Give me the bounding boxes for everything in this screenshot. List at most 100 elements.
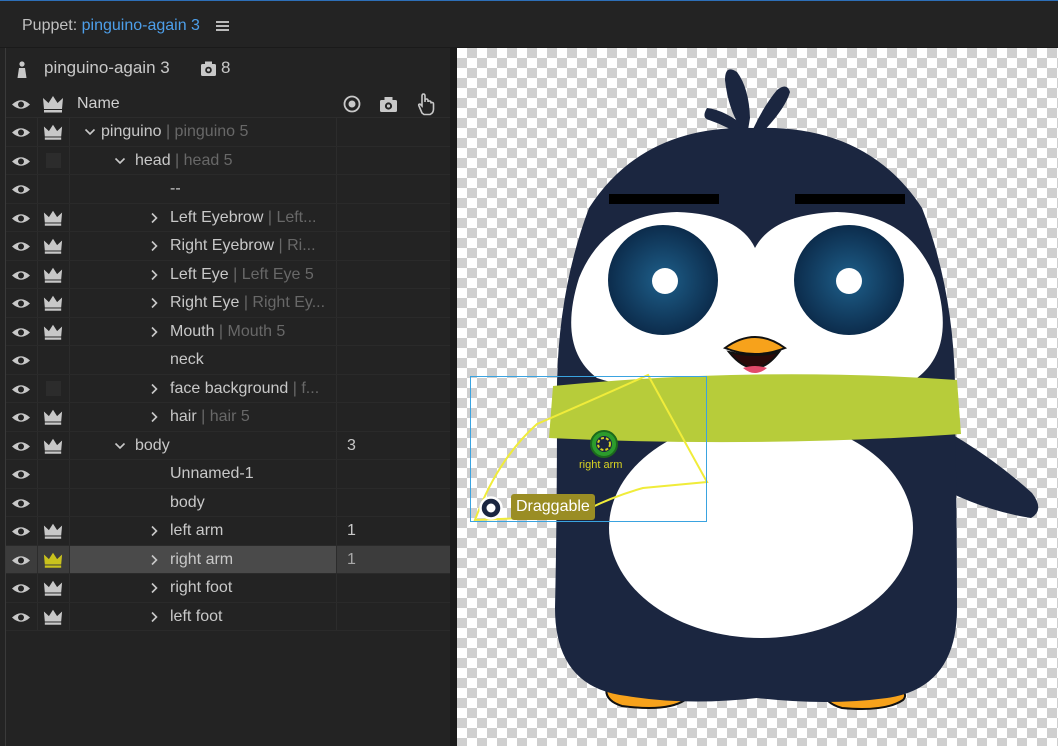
crown-icon[interactable] [43, 579, 63, 597]
column-name-header[interactable]: Name [77, 95, 120, 113]
crown-icon[interactable] [43, 608, 63, 626]
visibility-cell[interactable] [6, 317, 38, 345]
tree-row[interactable]: Left Eyebrow | Left... [6, 203, 450, 232]
visibility-cell[interactable] [6, 460, 38, 488]
name-cell[interactable]: face background | f... [70, 374, 337, 402]
tree-row[interactable]: head | head 5 [6, 146, 450, 175]
visibility-cell[interactable] [6, 517, 38, 545]
name-cell[interactable]: right arm [70, 545, 337, 573]
tree-row[interactable]: right arm 1 [6, 545, 450, 574]
independence-cell[interactable] [38, 146, 70, 174]
crown-icon[interactable] [43, 123, 63, 141]
eye-icon[interactable] [11, 468, 31, 481]
hand-icon[interactable] [415, 92, 435, 116]
tree-row[interactable]: left arm 1 [6, 517, 450, 546]
draggable-target-icon[interactable] [479, 496, 503, 520]
crown-icon[interactable] [43, 209, 63, 227]
tree-row[interactable]: body 3 [6, 431, 450, 460]
eye-icon[interactable] [11, 155, 31, 168]
independence-cell[interactable] [38, 374, 70, 402]
eye-icon[interactable] [11, 98, 31, 111]
name-cell[interactable]: Right Eyebrow | Ri... [70, 232, 337, 260]
hamburger-menu-icon[interactable] [216, 21, 229, 32]
camera-icon[interactable] [379, 95, 398, 113]
eye-icon[interactable] [11, 126, 31, 139]
chevron-down-icon[interactable] [114, 439, 126, 453]
visibility-cell[interactable] [6, 146, 38, 174]
eye-icon[interactable] [11, 554, 31, 567]
chevron-right-icon[interactable] [148, 410, 160, 424]
chevron-right-icon[interactable] [148, 524, 160, 538]
crown-icon[interactable] [42, 95, 64, 113]
eye-icon[interactable] [11, 326, 31, 339]
eye-icon[interactable] [11, 269, 31, 282]
tree-row[interactable]: Right Eyebrow | Ri... [6, 232, 450, 261]
tree-row[interactable]: Left Eye | Left Eye 5 [6, 260, 450, 289]
eye-icon[interactable] [11, 440, 31, 453]
camera-gear-icon[interactable] [200, 60, 217, 77]
name-cell[interactable]: pinguino | pinguino 5 [70, 118, 337, 146]
eye-icon[interactable] [11, 240, 31, 253]
chevron-down-icon[interactable] [114, 154, 126, 168]
name-cell[interactable]: Unnamed-1 [70, 460, 337, 488]
visibility-cell[interactable] [6, 403, 38, 431]
crown-icon[interactable] [43, 294, 63, 312]
visibility-cell[interactable] [6, 488, 38, 516]
independence-off-box[interactable] [46, 152, 61, 168]
chevron-right-icon[interactable] [148, 268, 160, 282]
chevron-right-icon[interactable] [148, 239, 160, 253]
independence-cell[interactable] [38, 175, 70, 203]
chevron-right-icon[interactable] [148, 296, 160, 310]
independence-cell[interactable] [38, 602, 70, 630]
tree-row[interactable]: Unnamed-1 [6, 460, 450, 489]
tree-row[interactable]: Right Eye | Right Ey... [6, 289, 450, 318]
tree-row[interactable]: body [6, 488, 450, 517]
handle-dot-icon[interactable] [589, 429, 619, 459]
independence-cell[interactable] [38, 289, 70, 317]
crown-icon[interactable] [43, 408, 63, 426]
name-cell[interactable]: body [70, 488, 337, 516]
tree-row[interactable]: right foot [6, 574, 450, 603]
chevron-right-icon[interactable] [148, 382, 160, 396]
crown-icon[interactable] [43, 323, 63, 341]
chevron-right-icon[interactable] [148, 553, 160, 567]
eye-icon[interactable] [11, 383, 31, 396]
tree-row[interactable]: pinguino | pinguino 5 [6, 118, 450, 147]
tree-row[interactable]: -- [6, 175, 450, 204]
independence-cell[interactable] [38, 232, 70, 260]
chevron-right-icon[interactable] [148, 610, 160, 624]
tree-row[interactable]: Mouth | Mouth 5 [6, 317, 450, 346]
crown-icon[interactable] [43, 522, 63, 540]
name-cell[interactable]: neck [70, 346, 337, 374]
visibility-cell[interactable] [6, 574, 38, 602]
independence-cell[interactable] [38, 460, 70, 488]
name-cell[interactable]: head | head 5 [70, 146, 337, 174]
independence-cell[interactable] [38, 203, 70, 231]
eye-icon[interactable] [11, 411, 31, 424]
name-cell[interactable]: Left Eye | Left Eye 5 [70, 260, 337, 288]
name-cell[interactable]: -- [70, 175, 337, 203]
eye-icon[interactable] [11, 582, 31, 595]
eye-icon[interactable] [11, 354, 31, 367]
visibility-cell[interactable] [6, 431, 38, 459]
crown-icon[interactable] [43, 266, 63, 284]
visibility-cell[interactable] [6, 203, 38, 231]
eye-icon[interactable] [11, 297, 31, 310]
independence-cell[interactable] [38, 317, 70, 345]
tree-row[interactable]: face background | f... [6, 374, 450, 403]
panel-puppet-link[interactable]: pinguino-again 3 [82, 17, 200, 34]
visibility-cell[interactable] [6, 545, 38, 573]
independence-cell[interactable] [38, 574, 70, 602]
draggable-tag[interactable]: Draggable [511, 494, 595, 520]
independence-cell[interactable] [38, 517, 70, 545]
chevron-right-icon[interactable] [148, 211, 160, 225]
independence-cell[interactable] [38, 403, 70, 431]
chevron-down-icon[interactable] [84, 125, 96, 139]
visibility-cell[interactable] [6, 289, 38, 317]
independence-cell[interactable] [38, 488, 70, 516]
name-cell[interactable]: Left Eyebrow | Left... [70, 203, 337, 231]
name-cell[interactable]: Right Eye | Right Ey... [70, 289, 337, 317]
name-cell[interactable]: left arm [70, 517, 337, 545]
chevron-right-icon[interactable] [148, 581, 160, 595]
visibility-cell[interactable] [6, 232, 38, 260]
